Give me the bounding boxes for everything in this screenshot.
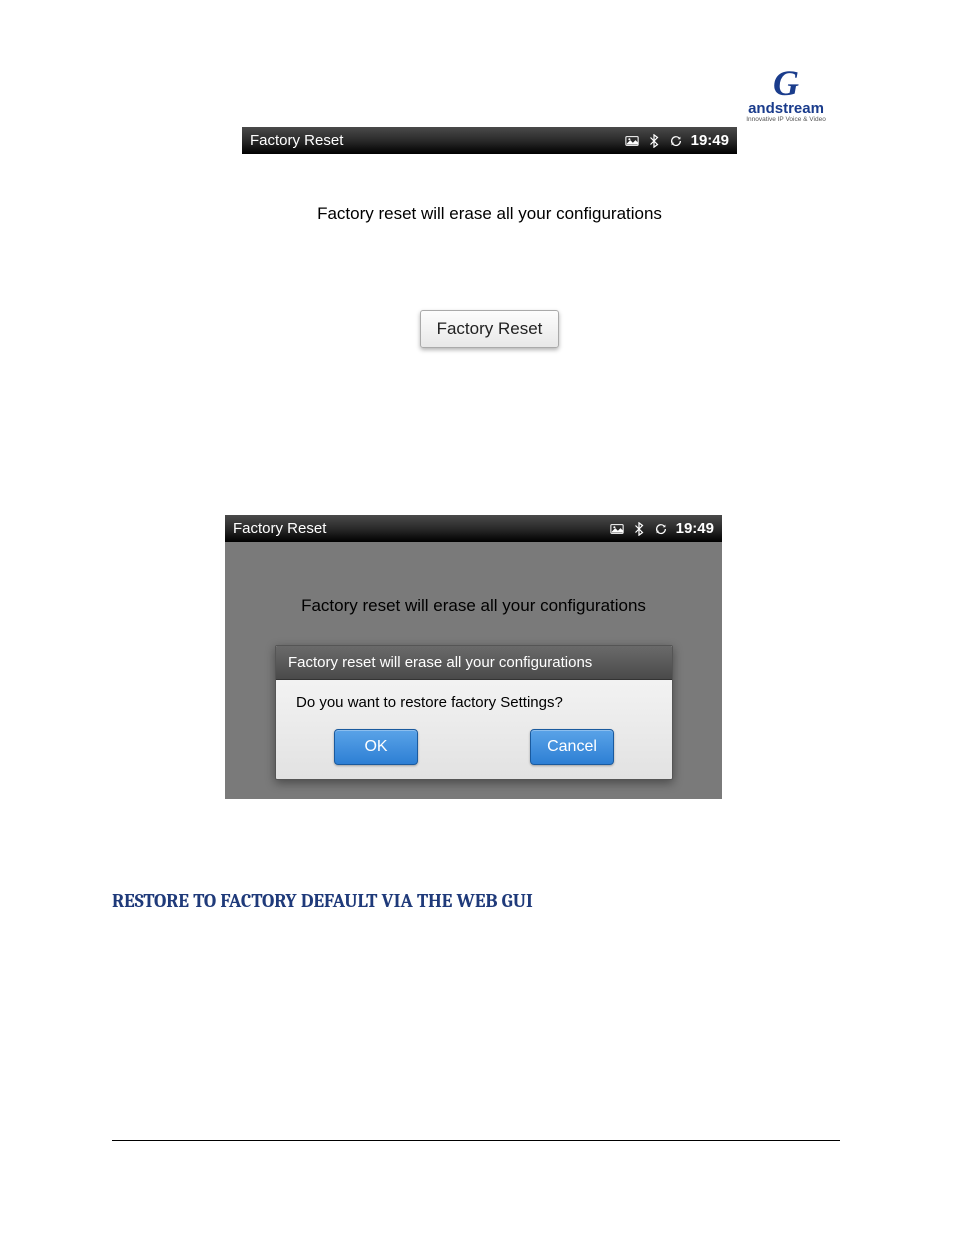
screenshot-factory-reset-main: Factory Reset 19:49 Factory reset will e… xyxy=(242,127,737,348)
android-statusbar: Factory Reset 19:49 xyxy=(242,127,737,154)
screenshot2-body: Factory reset will erase all your config… xyxy=(225,542,722,799)
sync-icon xyxy=(669,134,683,148)
dialog-button-row: OK Cancel xyxy=(276,719,672,779)
factory-reset-button[interactable]: Factory Reset xyxy=(420,310,560,348)
background-warning-text: Factory reset will erase all your config… xyxy=(225,542,722,616)
statusbar-title: Factory Reset xyxy=(233,520,326,537)
section-heading-web-gui: RESTORE TO FACTORY DEFAULT VIA THE WEB G… xyxy=(112,890,533,912)
statusbar-right-cluster: 19:49 xyxy=(610,520,714,537)
statusbar-time: 19:49 xyxy=(691,132,729,149)
confirm-dialog: Factory reset will erase all your config… xyxy=(275,645,673,780)
footer-separator xyxy=(112,1140,840,1141)
bluetooth-icon xyxy=(647,134,661,148)
screenshot1-body: Factory reset will erase all your config… xyxy=(242,154,737,348)
picture-icon xyxy=(625,134,639,148)
statusbar-title: Factory Reset xyxy=(250,132,343,149)
cancel-button[interactable]: Cancel xyxy=(530,729,614,765)
factory-reset-warning: Factory reset will erase all your config… xyxy=(242,204,737,224)
sync-icon xyxy=(654,522,668,536)
dialog-header: Factory reset will erase all your config… xyxy=(276,646,672,680)
statusbar-time: 19:49 xyxy=(676,520,714,537)
brand-logo: Gandstream Innovative IP Voice & Video xyxy=(736,58,836,123)
picture-icon xyxy=(610,522,624,536)
bluetooth-icon xyxy=(632,522,646,536)
logo-tagline: Innovative IP Voice & Video xyxy=(736,116,836,123)
screenshot-factory-reset-dialog: Factory Reset 19:49 Factory reset will e… xyxy=(225,515,722,799)
statusbar-right-cluster: 19:49 xyxy=(625,132,729,149)
ok-button[interactable]: OK xyxy=(334,729,418,765)
logo-g-letter: G xyxy=(773,62,799,104)
android-statusbar: Factory Reset 19:49 xyxy=(225,515,722,542)
dialog-body-text: Do you want to restore factory Settings? xyxy=(276,680,672,719)
